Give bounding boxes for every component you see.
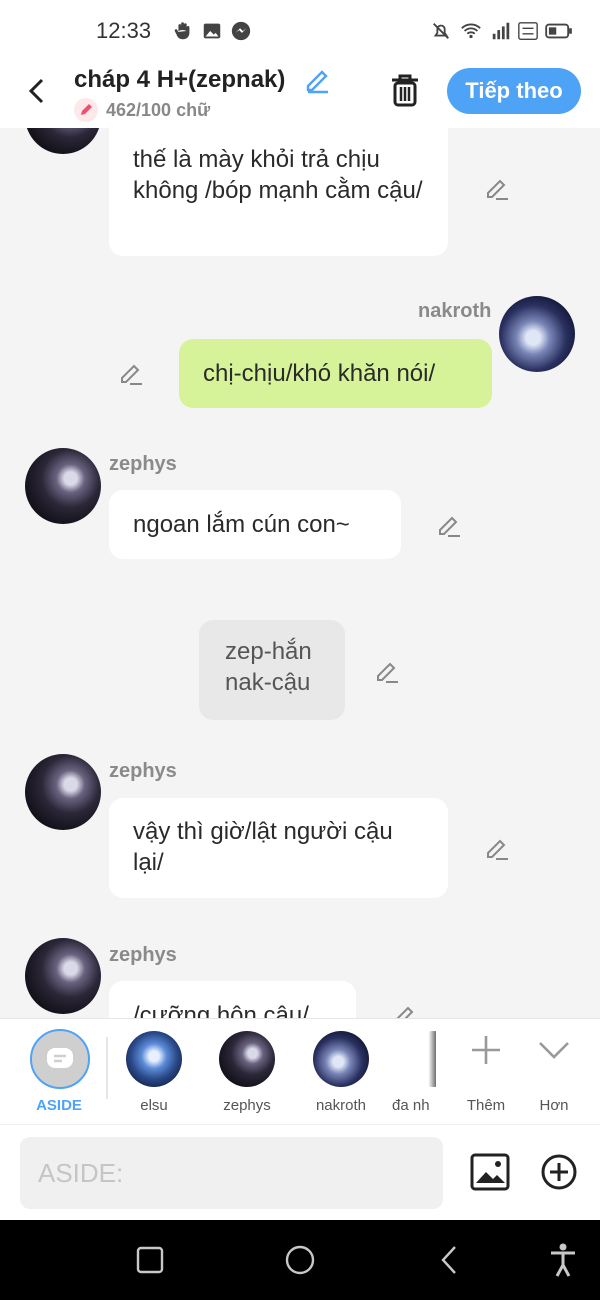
pencil-icon	[74, 98, 98, 122]
edit-title-icon[interactable]	[304, 66, 332, 94]
avatar[interactable]	[499, 296, 575, 372]
home-icon[interactable]	[284, 1244, 316, 1276]
volte-icon	[518, 22, 538, 40]
collapse-label[interactable]: Hơn	[509, 1097, 599, 1114]
character-chip-nakroth[interactable]	[313, 1031, 369, 1087]
word-count: 462/100 chữ	[106, 99, 211, 120]
edit-message-icon[interactable]	[484, 835, 510, 861]
divider	[106, 1037, 108, 1099]
message-bubble[interactable]: thế là mày khỏi trả chịu không /bóp mạnh…	[109, 128, 448, 256]
avatar[interactable]	[25, 938, 101, 1014]
message-input[interactable]	[20, 1137, 443, 1209]
character-label: đa nh	[392, 1097, 430, 1114]
nav-back-icon[interactable]	[438, 1244, 460, 1276]
edit-message-icon[interactable]	[118, 360, 144, 386]
plus-icon[interactable]	[469, 1033, 503, 1067]
back-icon[interactable]	[24, 76, 50, 106]
character-tray: ASIDE elsu zephys nakroth đa nh Thêm Hơn	[0, 1018, 600, 1125]
edit-message-icon[interactable]	[484, 175, 510, 201]
avatar[interactable]	[25, 754, 101, 830]
edit-message-icon[interactable]	[436, 512, 462, 538]
status-time: 12:33	[96, 18, 152, 43]
avatar[interactable]	[25, 448, 101, 524]
battery-icon	[545, 23, 572, 39]
aside-label: ASIDE	[36, 1097, 82, 1114]
character-chip-elsu[interactable]	[126, 1031, 182, 1087]
bell-muted-icon	[433, 23, 449, 39]
avatar[interactable]	[25, 128, 101, 154]
speaker-name: zephys	[109, 453, 177, 475]
next-button[interactable]: Tiếp theo	[447, 68, 581, 114]
system-nav-bar	[0, 1220, 600, 1300]
composer	[0, 1124, 600, 1221]
character-chip-partial[interactable]	[406, 1031, 436, 1087]
app-header: cháp 4 H+(zepnak) 462/100 chữ Tiếp theo	[0, 60, 600, 128]
status-bar: 12:33	[0, 0, 600, 60]
chat-area[interactable]: thế là mày khỏi trả chịu không /bóp mạnh…	[0, 128, 600, 1018]
image-upload-icon[interactable]	[470, 1153, 510, 1191]
character-label: zephys	[223, 1097, 271, 1114]
edit-message-icon[interactable]	[374, 658, 400, 684]
speaker-name: zephys	[109, 944, 177, 966]
add-circle-icon[interactable]	[540, 1153, 578, 1191]
message-bubble[interactable]: /cưỡng hôn cậu/	[109, 981, 356, 1018]
chat-bubble-icon	[47, 1048, 73, 1068]
speaker-name: zephys	[109, 760, 177, 782]
message-bubble[interactable]: vậy thì giờ/lật người cậu lại/	[109, 798, 448, 898]
aside-button[interactable]	[30, 1029, 90, 1089]
wifi-icon	[461, 23, 481, 39]
chapter-title: cháp 4 H+(zepnak)	[74, 66, 286, 93]
accessibility-icon[interactable]	[548, 1242, 578, 1278]
recents-icon[interactable]	[136, 1246, 164, 1274]
message-bubble[interactable]: ngoan lắm cún con~	[109, 490, 401, 559]
message-bubble[interactable]: chị-chịu/khó khăn nói/	[179, 339, 492, 408]
avatar	[313, 1031, 369, 1087]
messenger-icon	[231, 21, 251, 41]
character-label: nakroth	[315, 1097, 367, 1114]
avatar	[406, 1031, 436, 1087]
signal-icon	[492, 22, 510, 40]
edit-message-icon[interactable]	[392, 1002, 418, 1018]
character-label: elsu	[140, 1097, 168, 1114]
avatar	[126, 1031, 182, 1087]
narration-bubble[interactable]: zep-hắn nak-cậu	[199, 620, 345, 720]
word-count-row: 462/100 chữ	[74, 98, 210, 122]
speaker-name: nakroth	[418, 300, 492, 322]
chevron-down-icon[interactable]	[537, 1037, 571, 1063]
trash-icon[interactable]	[388, 72, 422, 108]
avatar	[219, 1031, 275, 1087]
hand-icon	[174, 22, 190, 40]
image-icon	[203, 23, 221, 39]
character-chip-zephys[interactable]	[219, 1031, 275, 1087]
